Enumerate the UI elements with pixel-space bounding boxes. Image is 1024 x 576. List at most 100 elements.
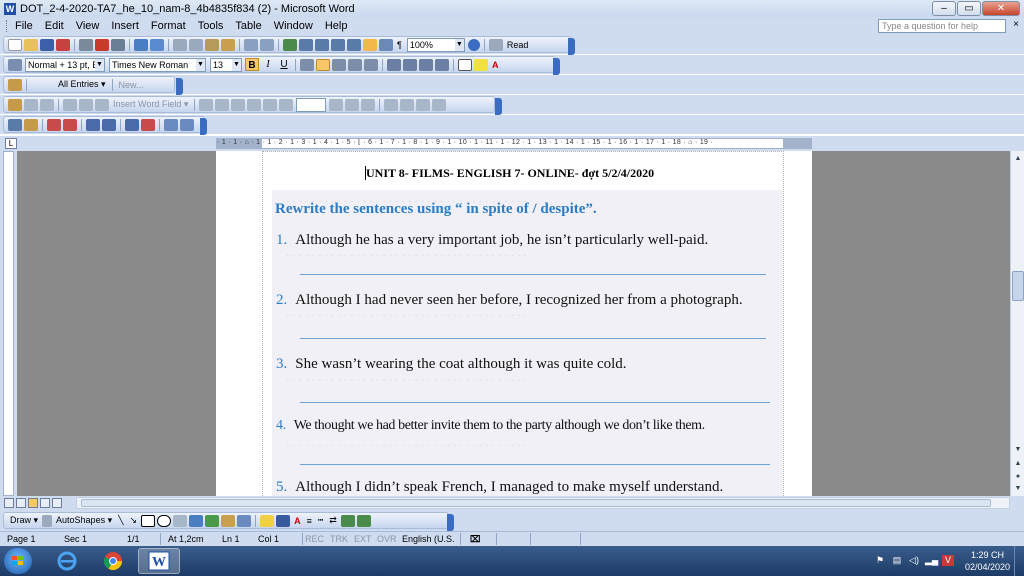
- vertical-scroll-thumb[interactable]: [1012, 271, 1024, 301]
- bold-button[interactable]: B: [245, 58, 259, 71]
- autoshapes-menu[interactable]: AutoShapes ▾: [56, 515, 112, 526]
- document-heading[interactable]: UNIT 8- FILMS- ENGLISH 7- ONLINE- đợt 5/…: [366, 166, 654, 181]
- tables-borders-icon[interactable]: [299, 38, 313, 51]
- increase-indent-icon[interactable]: [435, 58, 449, 71]
- draw-font-color-icon[interactable]: A: [294, 516, 301, 526]
- sort-descending-icon[interactable]: [102, 118, 116, 131]
- arrow-style-icon[interactable]: ⇄: [329, 515, 337, 526]
- toolbar-options-icon[interactable]: [568, 38, 575, 55]
- insert-excel-icon[interactable]: [331, 38, 345, 51]
- tray-network-icon[interactable]: ▤: [891, 555, 903, 566]
- horizontal-scrollbar[interactable]: [76, 497, 1010, 509]
- match-fields-icon[interactable]: [231, 98, 246, 111]
- menu-window[interactable]: Window: [274, 20, 313, 32]
- outline-view-icon[interactable]: [40, 498, 50, 508]
- fill-color-icon[interactable]: [260, 514, 275, 527]
- manage-fields-icon[interactable]: [164, 118, 178, 131]
- oval-icon[interactable]: [157, 514, 172, 527]
- menu-edit[interactable]: Edit: [45, 20, 64, 32]
- delete-rows-icon[interactable]: [63, 118, 77, 131]
- read-icon[interactable]: [488, 38, 503, 51]
- menu-grip[interactable]: [6, 20, 9, 32]
- spelling-status-icon[interactable]: ⌧: [470, 534, 480, 545]
- insert-merge-fields-icon[interactable]: [95, 98, 109, 111]
- mailmerge-options-icon[interactable]: [495, 98, 502, 115]
- go-to-record-input[interactable]: [296, 97, 327, 112]
- sort-ascending-icon[interactable]: [86, 118, 100, 131]
- menu-help[interactable]: Help: [325, 20, 348, 32]
- merge-email-icon[interactable]: [432, 98, 447, 111]
- line-color-icon[interactable]: [276, 514, 291, 527]
- recipients-icon[interactable]: [40, 98, 54, 111]
- menu-view[interactable]: View: [76, 20, 100, 32]
- check-errors-icon[interactable]: [384, 98, 399, 111]
- web-layout-view-icon[interactable]: [16, 498, 26, 508]
- font-combo[interactable]: Times New Roman ▼: [109, 57, 206, 72]
- style-combo[interactable]: Normal + 13 pt, E ▼: [25, 57, 105, 72]
- justify-icon[interactable]: [348, 58, 362, 71]
- font-color-icon[interactable]: A: [492, 60, 499, 70]
- open-data-source-icon[interactable]: [24, 98, 38, 111]
- undo-icon[interactable]: [244, 38, 258, 51]
- research-book-icon[interactable]: [150, 38, 164, 51]
- select-objects-icon[interactable]: [42, 514, 53, 527]
- all-entries-dropdown[interactable]: All Entries ▾: [58, 79, 106, 90]
- copy-icon[interactable]: [189, 38, 203, 51]
- cut-icon[interactable]: [173, 38, 187, 51]
- tray-volume-icon[interactable]: ◁): [908, 555, 920, 566]
- status-ovr[interactable]: OVR: [377, 534, 397, 544]
- last-record-icon[interactable]: [345, 98, 360, 111]
- rectangle-icon[interactable]: [141, 514, 156, 527]
- line-spacing-icon[interactable]: [364, 58, 378, 71]
- hyperlink-icon[interactable]: [283, 38, 297, 51]
- research-icon[interactable]: [95, 38, 109, 51]
- paste-icon[interactable]: [205, 38, 219, 51]
- align-right-icon[interactable]: [332, 58, 346, 71]
- font-size-combo[interactable]: 13 ▼: [210, 57, 242, 72]
- status-ext[interactable]: EXT: [354, 534, 372, 544]
- highlight-icon[interactable]: [474, 58, 488, 71]
- start-button[interactable]: [4, 548, 32, 574]
- wizard-icon[interactable]: [24, 118, 38, 131]
- zoom-combo[interactable]: 100% ▼: [406, 37, 465, 52]
- menu-tools[interactable]: Tools: [198, 20, 224, 32]
- draw-menu[interactable]: Draw ▾: [10, 515, 38, 526]
- merge-printer-icon[interactable]: [416, 98, 431, 111]
- new-autotext-button[interactable]: New...: [119, 80, 144, 90]
- status-rec[interactable]: REC: [305, 534, 324, 544]
- extra-options-icon[interactable]: [200, 118, 207, 135]
- insert-rows-icon[interactable]: [47, 118, 61, 131]
- main-document-setup-icon[interactable]: [8, 98, 22, 111]
- horizontal-scroll-thumb[interactable]: [81, 499, 991, 507]
- numbering-icon[interactable]: [387, 58, 401, 71]
- reading-layout-view-icon[interactable]: [52, 498, 62, 508]
- previous-page-icon[interactable]: ▲: [1012, 458, 1024, 470]
- shadow-style-icon[interactable]: [340, 514, 355, 527]
- print-layout-view-icon[interactable]: [28, 498, 38, 508]
- read-button[interactable]: Read: [507, 40, 529, 50]
- columns-icon[interactable]: [347, 38, 361, 51]
- horizontal-ruler[interactable]: · 1 · 1 · ⌂ · 1 · 1 · 2 · 1 · 3 · 1 · 4 …: [216, 138, 812, 149]
- insert-address-block-icon[interactable]: [63, 98, 77, 111]
- autotext-icon[interactable]: [8, 78, 22, 91]
- find-record-icon[interactable]: [180, 118, 194, 131]
- align-center-icon[interactable]: [316, 58, 330, 71]
- tray-flag-icon[interactable]: ⚑: [874, 555, 886, 566]
- align-left-icon[interactable]: [300, 58, 314, 71]
- status-trk[interactable]: TRK: [330, 534, 348, 544]
- wordart-icon[interactable]: [189, 514, 204, 527]
- decrease-indent-icon[interactable]: [419, 58, 433, 71]
- next-page-icon[interactable]: ▼: [1012, 483, 1024, 495]
- vertical-scrollbar[interactable]: ▲ ▼ ▲ ● ▼: [1010, 151, 1024, 496]
- insert-greeting-icon[interactable]: [79, 98, 93, 111]
- insert-word-field-dropdown[interactable]: Insert Word Field ▾: [113, 99, 188, 110]
- word-app-icon[interactable]: W: [4, 2, 16, 15]
- select-browse-object-icon[interactable]: ●: [1012, 471, 1024, 483]
- drawing-options-icon[interactable]: [447, 514, 454, 531]
- add-field-icon[interactable]: [125, 118, 139, 131]
- document-map-icon[interactable]: [379, 38, 393, 51]
- status-language[interactable]: English (U.S.: [402, 534, 455, 544]
- 3d-style-icon[interactable]: [356, 514, 371, 527]
- formatting-options-icon[interactable]: [553, 58, 560, 75]
- previous-record-icon[interactable]: [279, 98, 294, 111]
